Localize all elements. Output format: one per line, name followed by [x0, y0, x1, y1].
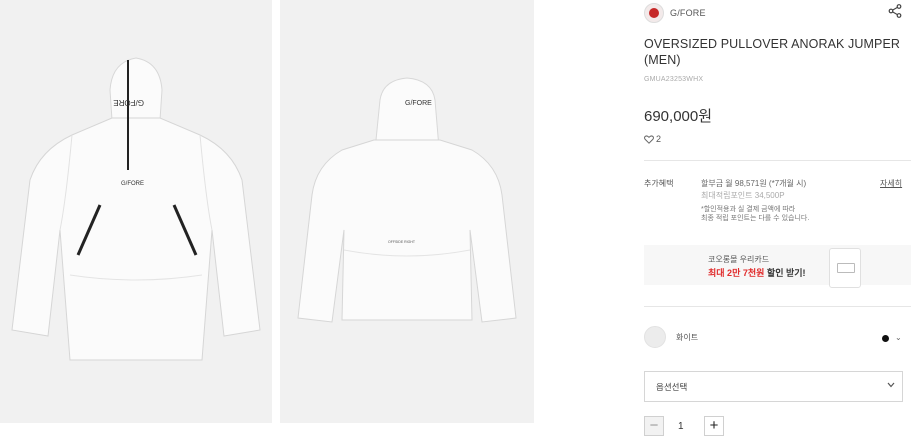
- back-hood-logo: G/FORE: [405, 100, 432, 107]
- quantity-increase-button[interactable]: +: [704, 416, 724, 436]
- color-swatch-thumbnail[interactable]: [644, 326, 666, 348]
- brand-link[interactable]: G/FORE: [644, 3, 706, 23]
- like-count: 2: [656, 134, 662, 144]
- benefits-label: 추가혜택: [644, 179, 674, 188]
- divider: [644, 160, 911, 161]
- banner-line-2: 최대 2만 7천원 할인 받기!: [708, 266, 806, 279]
- product-image-front[interactable]: G/FORE G/FORE: [0, 0, 272, 423]
- card-promo-banner[interactable]: 코오롱몰 우리카드 최대 2만 7천원 할인 받기!: [644, 245, 911, 288]
- brand-logo-icon: [644, 3, 664, 23]
- chevron-down-icon[interactable]: ⌄: [895, 333, 902, 342]
- color-dot-icon[interactable]: [882, 335, 889, 342]
- option-select[interactable]: 옵션선택: [644, 371, 903, 402]
- installment-info: 할부금 월 98,571원 (*7개월 시): [701, 179, 807, 188]
- jacket-front-illustration: G/FORE G/FORE: [11, 57, 261, 361]
- benefits-details: 할부금 월 98,571원 (*7개월 시) 최대적립포인트 34,500P *…: [701, 178, 809, 223]
- quantity-value[interactable]: 1: [678, 421, 684, 432]
- chest-logo: G/FORE: [121, 181, 144, 187]
- product-title: OVERSIZED PULLOVER ANORAK JUMPER (MEN): [644, 37, 901, 67]
- back-panel-text: OFFSIDE RIGHT: [388, 240, 416, 244]
- benefits-detail-link[interactable]: 자세히: [880, 178, 902, 189]
- product-image-back[interactable]: G/FORE OFFSIDE RIGHT: [280, 0, 534, 423]
- heart-icon: [644, 134, 654, 144]
- brand-name: G/FORE: [670, 8, 706, 18]
- product-price: 690,000원: [644, 108, 713, 125]
- share-icon[interactable]: [888, 4, 902, 18]
- like-button[interactable]: 2: [644, 134, 661, 144]
- jacket-back-illustration: G/FORE OFFSIDE RIGHT: [297, 77, 517, 323]
- banner-line-1: 코오롱몰 우리카드: [708, 255, 770, 264]
- color-option-name: 화이트: [676, 333, 699, 342]
- divider: [644, 306, 911, 307]
- points-note-1: *할인적용과 실 결제 금액에 따라: [701, 206, 796, 213]
- points-info: 최대적립포인트 34,500P: [701, 191, 785, 200]
- option-select-label: 옵션선택: [656, 382, 688, 392]
- credit-card-icon: [829, 248, 861, 288]
- product-info-panel: G/FORE OVERSIZED PULLOVER ANORAK JUMPER …: [644, 0, 911, 442]
- quantity-decrease-button[interactable]: −: [644, 416, 664, 436]
- points-note-2: 최종 적립 포인트는 다를 수 있습니다.: [701, 215, 810, 222]
- product-code: GMUA23253WHX: [644, 76, 704, 83]
- chevron-down-icon: [887, 382, 895, 388]
- hood-logo: G/FORE: [113, 98, 144, 107]
- banner-discount: 최대 2만 7천원: [708, 268, 765, 278]
- banner-cta: 할인 받기!: [764, 268, 806, 278]
